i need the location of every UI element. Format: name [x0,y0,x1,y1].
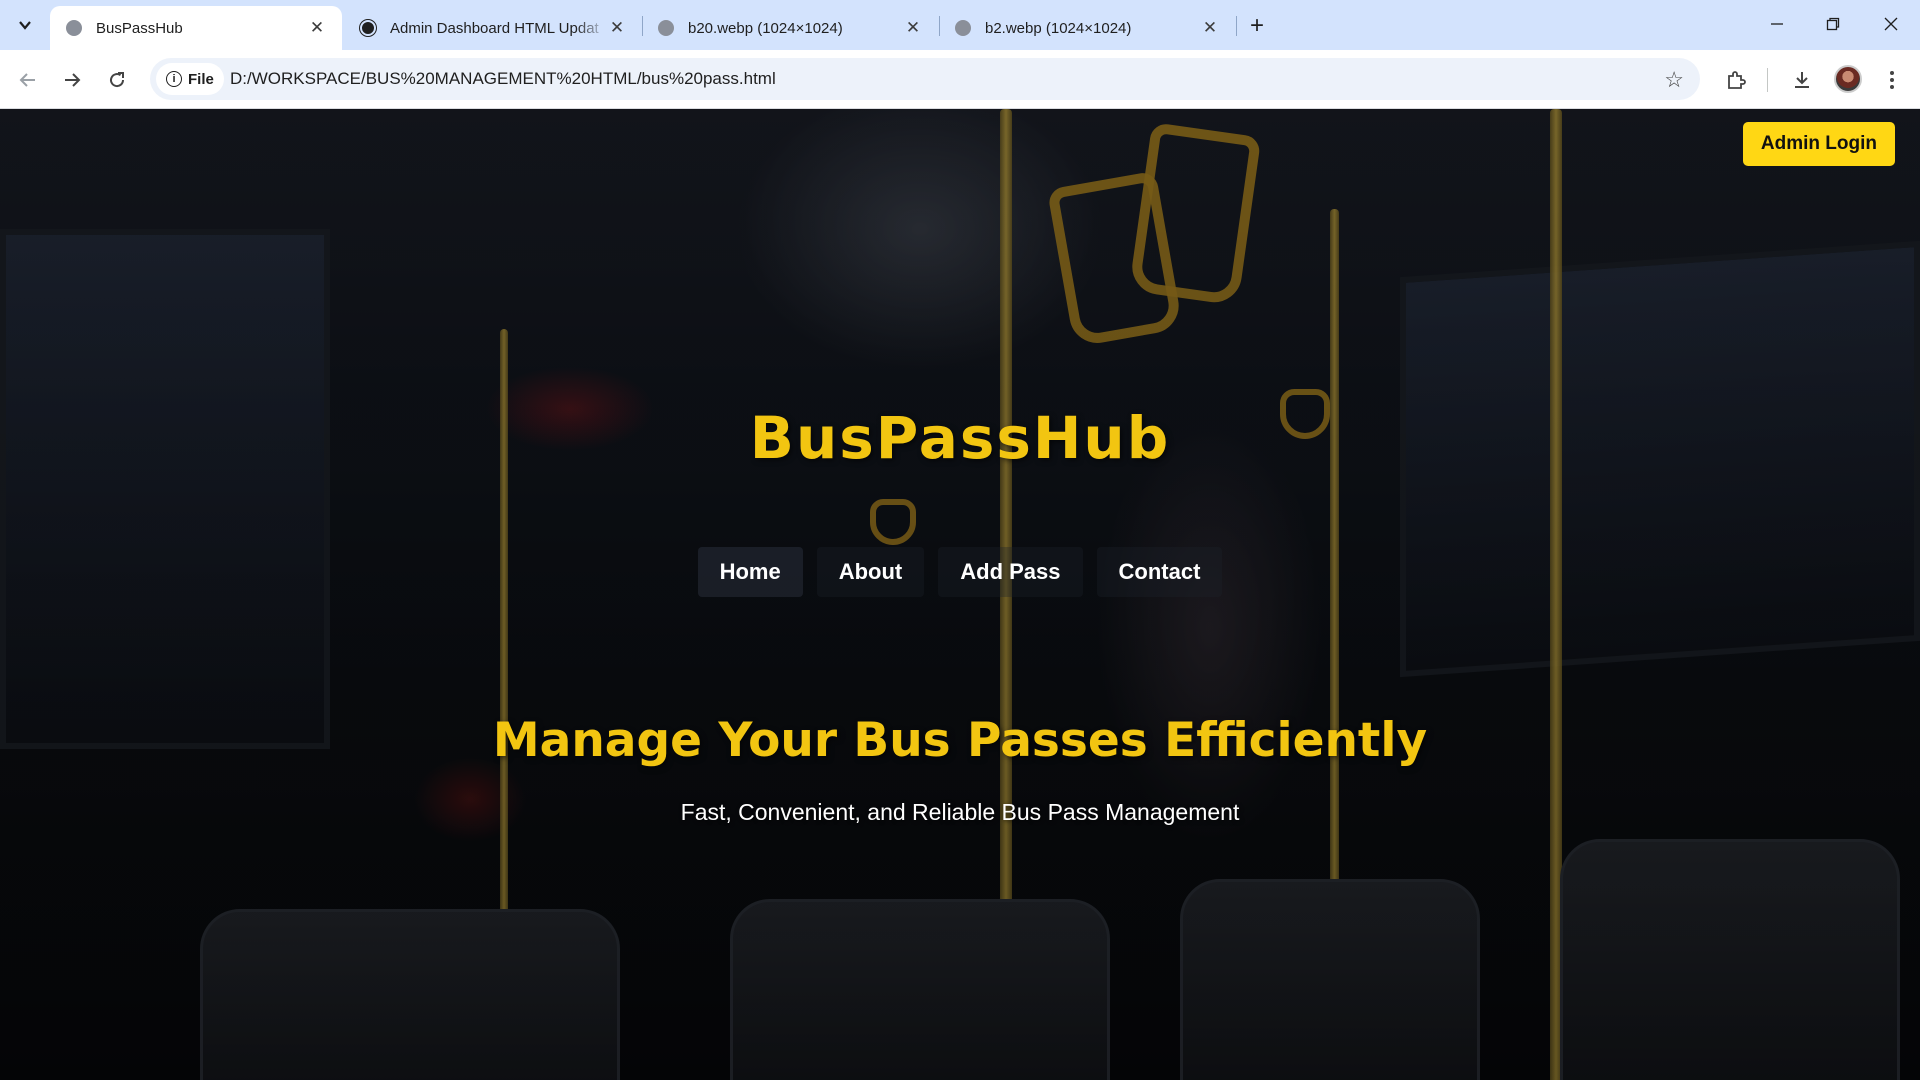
reload-icon [110,72,125,88]
globe-icon [658,20,674,36]
tab-title: b2.webp (1024×1024) [985,19,1132,37]
hero-section: Admin Login BusPassHub Home About Add Pa… [0,109,1920,1080]
tab-title: b20.webp (1024×1024) [688,19,843,37]
tab-title: BusPassHub [96,19,183,37]
bookmark-star-icon[interactable]: ☆ [1664,67,1684,93]
info-icon: i [166,71,182,87]
reload-button[interactable] [99,62,135,98]
minimize-icon [1771,23,1783,25]
nav-add-pass[interactable]: Add Pass [938,547,1083,597]
nav-contact[interactable]: Contact [1096,547,1223,597]
openai-icon [360,20,376,36]
admin-login-button[interactable]: Admin Login [1742,122,1895,166]
restore-icon [1826,17,1840,31]
nav-home[interactable]: Home [697,547,803,597]
tab-search-button[interactable] [8,8,42,42]
profile-avatar[interactable] [1834,65,1862,93]
url-text[interactable]: D:/WORKSPACE/BUS%20MANAGEMENT%20HTML/bus… [230,69,776,89]
chevron-down-icon [19,21,31,30]
forward-button[interactable] [54,62,90,98]
close-icon[interactable]: ✕ [308,18,326,38]
extensions-button[interactable] [1718,62,1754,98]
download-icon [1795,72,1809,88]
browser-toolbar: i File D:/WORKSPACE/BUS%20MANAGEMENT%20H… [0,50,1920,109]
close-window-button[interactable] [1868,6,1914,42]
arrow-left-icon [19,73,35,87]
close-icon [1884,17,1898,31]
back-button[interactable] [10,62,46,98]
scheme-label: File [188,70,214,88]
tab-b20-webp[interactable]: b20.webp (1024×1024) ✕ [642,6,938,50]
tab-buspasshub[interactable]: BusPassHub ✕ [50,6,342,50]
browser-tab-strip: BusPassHub ✕ Admin Dashboard HTML Updat … [0,0,1920,50]
arrow-right-icon [65,73,81,87]
kebab-menu-icon [1890,71,1894,89]
site-brand: BusPassHub [749,404,1171,472]
nav-about[interactable]: About [816,547,925,597]
hero-subtitle: Fast, Convenient, and Reliable Bus Pass … [680,799,1240,825]
restore-button[interactable] [1810,6,1856,42]
tab-separator [1236,16,1237,36]
toolbar-divider [1767,68,1768,92]
globe-icon [66,20,82,36]
puzzle-icon [1728,71,1746,89]
tab-title: Admin Dashboard HTML Updat [390,19,599,37]
hero-title: Manage Your Bus Passes Efficiently [492,713,1428,768]
address-bar[interactable]: i File D:/WORKSPACE/BUS%20MANAGEMENT%20H… [150,58,1700,100]
minimize-button[interactable] [1754,6,1800,42]
tab-b2-webp[interactable]: b2.webp (1024×1024) ✕ [939,6,1235,50]
main-nav: Home About Add Pass Contact [0,547,1920,597]
globe-icon [955,20,971,36]
tab-admin-dashboard[interactable]: Admin Dashboard HTML Updat ✕ [344,6,642,50]
downloads-button[interactable] [1784,62,1820,98]
close-icon[interactable]: ✕ [904,18,922,38]
plus-icon: + [1249,12,1264,39]
new-tab-button[interactable]: + [1241,10,1273,42]
close-icon[interactable]: ✕ [1201,18,1219,38]
site-info-chip[interactable]: i File [156,63,224,95]
close-icon[interactable]: ✕ [608,18,626,38]
menu-button[interactable] [1874,62,1910,98]
